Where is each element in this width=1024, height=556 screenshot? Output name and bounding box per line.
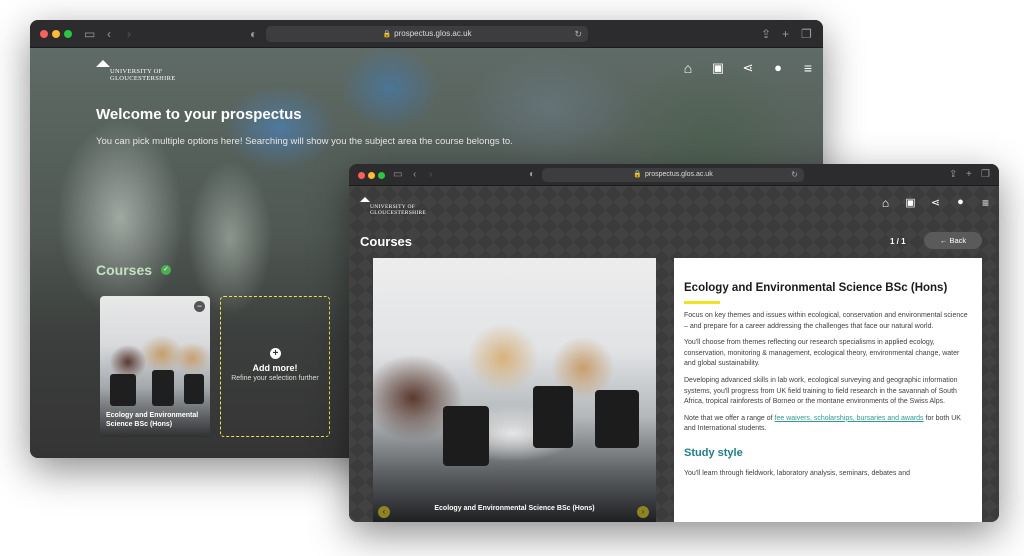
save-icon[interactable]: ▣ xyxy=(703,60,733,76)
microscope-shape xyxy=(110,374,136,406)
lock-icon: 🔒 xyxy=(382,31,392,38)
microscope-shape xyxy=(184,374,204,404)
back-label: Back xyxy=(949,236,967,245)
prev-slide-icon[interactable]: ‹ xyxy=(378,506,390,518)
pager-count: 1 / 1 xyxy=(890,237,906,246)
chat-icon[interactable]: ● xyxy=(948,196,973,210)
remove-course-button[interactable]: − xyxy=(194,301,205,312)
browser-window-courses: ▭ ‹ › ◐ 🔒 prospectus.glos.ac.uk ↻ ⇪ + ❐ U… xyxy=(349,164,999,522)
nav-icons: ⌂ ▣ ⋖ ● ≡ xyxy=(673,60,823,76)
browser-toolbar: ▭ ‹ › ◐ 🔒 prospectus.glos.ac.uk ↻ ⇪ + ❐ xyxy=(349,164,999,186)
zoom-window-button[interactable] xyxy=(64,30,72,38)
logo-mark-icon xyxy=(96,60,110,67)
course-description-1: Focus on key themes and issues within ec… xyxy=(684,312,968,330)
nav-icons: ⌂ ▣ ⋖ ● ≡ xyxy=(873,196,998,210)
welcome-title: Welcome to your prospectus xyxy=(96,106,302,123)
address-bar[interactable]: 🔒 prospectus.glos.ac.uk ↻ xyxy=(542,168,804,182)
microscope-shape xyxy=(152,370,174,406)
fee-note-text: Note that we offer a range of xyxy=(684,414,775,422)
next-slide-icon[interactable]: › xyxy=(637,506,649,518)
study-style-text: You'll learn through fieldwork, laborato… xyxy=(684,469,910,477)
new-tab-icon[interactable]: + xyxy=(966,167,972,183)
minimize-window-button[interactable] xyxy=(52,30,60,38)
logo-line1: UNIVERSITY OF xyxy=(110,68,163,75)
save-icon[interactable]: ▣ xyxy=(898,196,923,210)
logo-line2: GLOUCESTERSHIRE xyxy=(370,210,427,216)
reload-icon[interactable]: ↻ xyxy=(791,168,798,182)
forward-arrow-icon[interactable]: › xyxy=(127,26,131,42)
back-arrow-icon[interactable]: ‹ xyxy=(107,26,111,42)
back-arrow-icon[interactable]: ‹ xyxy=(413,167,416,183)
zoom-window-button[interactable] xyxy=(378,172,385,179)
course-photo: Ecology and Environmental Science BSc (H… xyxy=(373,258,656,522)
forward-arrow-icon[interactable]: › xyxy=(429,167,432,183)
url-text: prospectus.glos.ac.uk xyxy=(645,171,713,178)
new-tab-icon[interactable]: + xyxy=(782,26,789,42)
accent-bar xyxy=(684,301,720,304)
home-icon[interactable]: ⌂ xyxy=(873,196,898,210)
course-details-panel: Ecology and Environmental Science BSc (H… xyxy=(674,258,982,522)
reload-icon[interactable]: ↻ xyxy=(574,26,582,42)
course-description-2: You'll choose from themes reflecting our… xyxy=(684,339,960,368)
courses-page: UNIVERSITY OF GLOUCESTERSHIRE ⌂ ▣ ⋖ ● ≡ … xyxy=(349,186,999,522)
url-text: prospectus.glos.ac.uk xyxy=(394,29,472,38)
share-icon[interactable]: ⋖ xyxy=(733,60,763,76)
sidebar-icon[interactable]: ▭ xyxy=(84,26,95,42)
home-icon[interactable]: ⌂ xyxy=(673,60,703,76)
menu-icon[interactable]: ≡ xyxy=(793,60,823,76)
tabs-overview-icon[interactable]: ❐ xyxy=(801,26,812,42)
check-icon: ✓ xyxy=(161,265,171,275)
chat-icon[interactable]: ● xyxy=(763,60,793,76)
menu-icon[interactable]: ≡ xyxy=(973,196,998,210)
courses-title: Courses xyxy=(360,234,413,249)
microscope-shape xyxy=(595,390,639,448)
minimize-window-button[interactable] xyxy=(368,172,375,179)
course-card-title: Ecology and Environmental Science BSc (H… xyxy=(106,412,199,428)
plus-icon: + xyxy=(270,348,281,359)
study-style-heading: Study style xyxy=(684,446,743,459)
sidebar-icon[interactable]: ▭ xyxy=(393,167,402,183)
back-button[interactable]: ← Back xyxy=(924,232,982,249)
microscope-shape xyxy=(443,406,489,466)
add-more-title: Add more! xyxy=(252,363,298,373)
add-more-subtitle: Refine your selection further xyxy=(231,375,319,382)
photo-caption: Ecology and Environmental Science BSc (H… xyxy=(434,505,595,512)
tabs-overview-icon[interactable]: ❐ xyxy=(981,167,990,183)
browser-toolbar: ▭ ‹ › ◐ 🔒 prospectus.glos.ac.uk ↻ ⇪ + ❐ xyxy=(30,20,823,48)
shield-icon[interactable]: ◐ xyxy=(250,26,257,42)
share-sheet-icon[interactable]: ⇪ xyxy=(949,167,957,183)
back-arrow-icon: ← xyxy=(939,236,950,245)
shield-icon[interactable]: ◐ xyxy=(529,167,535,183)
add-more-card[interactable]: + Add more! Refine your selection furthe… xyxy=(220,296,330,437)
lock-icon: 🔒 xyxy=(633,171,642,178)
selected-course-card[interactable]: − Ecology and Environmental Science BSc … xyxy=(100,296,210,437)
share-icon[interactable]: ⋖ xyxy=(923,196,948,210)
microscope-shape xyxy=(533,386,573,448)
logo-mark-icon xyxy=(360,197,370,202)
courses-heading: Courses xyxy=(96,262,153,278)
welcome-subtitle: You can pick multiple options here! Sear… xyxy=(96,136,513,147)
fee-waivers-link[interactable]: fee waivers, scholarships, bursaries and… xyxy=(775,415,924,422)
course-title: Ecology and Environmental Science BSc (H… xyxy=(684,282,948,294)
close-window-button[interactable] xyxy=(40,30,48,38)
course-description-4: Note that we offer a range of fee waiver… xyxy=(684,414,972,435)
course-description-3: Developing advanced skills in lab work, … xyxy=(684,376,958,406)
close-window-button[interactable] xyxy=(358,172,365,179)
share-sheet-icon[interactable]: ⇪ xyxy=(761,26,771,42)
logo-line2: GLOUCESTERSHIRE xyxy=(110,75,176,82)
address-bar[interactable]: 🔒 prospectus.glos.ac.uk ↻ xyxy=(266,26,588,42)
